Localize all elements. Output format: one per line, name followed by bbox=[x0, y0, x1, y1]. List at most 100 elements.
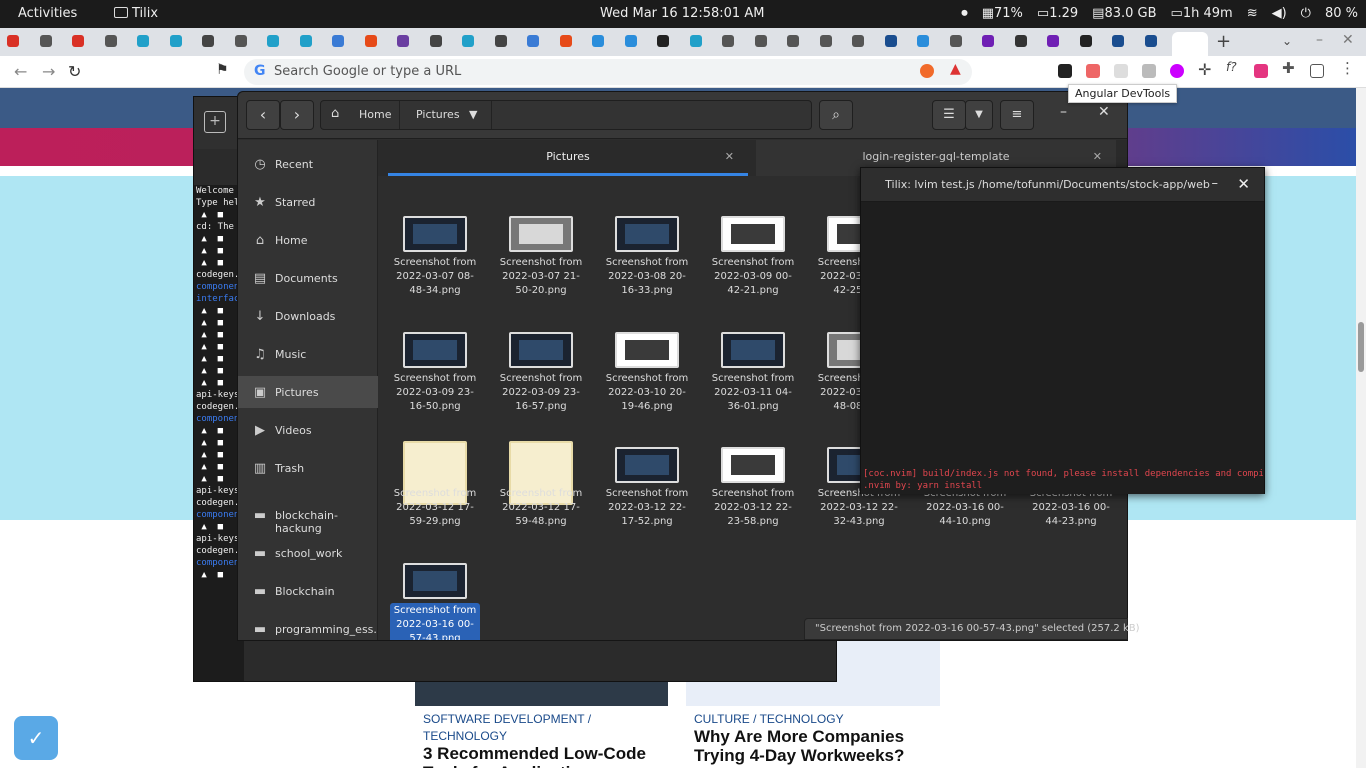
extension-icon[interactable] bbox=[1254, 64, 1268, 78]
active-tab[interactable] bbox=[1172, 32, 1208, 56]
file-item[interactable]: Screenshot from 2022-03-11 04- 36-01.png bbox=[708, 292, 798, 412]
tab-favicon-icon[interactable] bbox=[592, 35, 604, 47]
tab-favicon-icon[interactable] bbox=[299, 35, 312, 47]
tab-favicon-icon[interactable] bbox=[202, 35, 214, 47]
tab-favicon-icon[interactable] bbox=[884, 35, 897, 47]
file-item[interactable]: Screenshot from 2022-03-10 20- 19-46.png bbox=[602, 292, 692, 412]
terminal-body[interactable]: [coc.nvim] build/index.js not found, ple… bbox=[861, 202, 1264, 494]
tab-pictures[interactable]: Pictures ✕ bbox=[388, 140, 748, 176]
path-home[interactable]: Home bbox=[359, 108, 391, 121]
tab-favicon-icon[interactable] bbox=[397, 35, 409, 47]
file-item[interactable]: Screenshot from 2022-03-09 00- 42-21.png bbox=[708, 176, 798, 296]
close-icon[interactable]: ✕ bbox=[1098, 104, 1110, 120]
tab-favicon-icon[interactable] bbox=[527, 35, 539, 47]
tab-favicon-icon[interactable] bbox=[104, 35, 117, 47]
tab-favicon-icon[interactable] bbox=[624, 35, 637, 47]
shield-icon[interactable]: ✓ bbox=[14, 716, 58, 760]
color-picker-icon[interactable] bbox=[1170, 64, 1184, 78]
file-item[interactable]: Screenshot from 2022-03-12 22- 23-58.png bbox=[708, 407, 798, 527]
article-category[interactable]: CULTURE / TECHNOLOGY bbox=[694, 711, 924, 728]
tab-favicon-icon[interactable] bbox=[819, 35, 832, 47]
sidepanel-icon[interactable] bbox=[1310, 64, 1324, 78]
minimize-icon[interactable]: – bbox=[1212, 176, 1219, 191]
tab-favicon-icon[interactable] bbox=[72, 35, 84, 47]
tab-favicon-icon[interactable] bbox=[982, 35, 994, 47]
file-item[interactable]: Screenshot from 2022-03-12 17- 59-29.png bbox=[390, 407, 480, 527]
tab-favicon-icon[interactable] bbox=[137, 35, 149, 47]
file-item[interactable]: Screenshot from 2022-03-12 17- 59-48.png bbox=[496, 407, 586, 527]
address-bar[interactable]: G Search Google or type a URL bbox=[244, 59, 972, 85]
tab-favicon-icon[interactable] bbox=[332, 35, 344, 47]
menu-icon[interactable]: ⋮ bbox=[1340, 59, 1355, 77]
path-bar[interactable]: ⌂ Home Pictures ▼ bbox=[320, 100, 812, 130]
puzzle-icon[interactable]: ✚ bbox=[1282, 59, 1296, 77]
sidebar-item-downloads[interactable]: ↓ Downloads bbox=[238, 300, 378, 332]
extension-icon[interactable] bbox=[1086, 64, 1100, 78]
extension-icon[interactable] bbox=[1114, 64, 1128, 78]
add-session-icon[interactable]: + bbox=[204, 111, 226, 133]
tab-favicon-icon[interactable] bbox=[364, 35, 377, 47]
tab-favicon-icon[interactable] bbox=[949, 35, 962, 47]
close-icon[interactable]: ✕ bbox=[1342, 32, 1354, 48]
angular-devtools-icon[interactable] bbox=[1058, 64, 1072, 78]
tab-favicon-icon[interactable] bbox=[7, 35, 19, 47]
sidebar-item-trash[interactable]: ▥ Trash bbox=[238, 452, 378, 484]
sidebar-item-blockchain-hackung[interactable]: ▬ blockchain-hackung bbox=[238, 499, 378, 535]
menu-icon[interactable]: ≡ bbox=[1000, 100, 1034, 130]
sidebar-item-recent[interactable]: ◷ Recent bbox=[238, 148, 378, 180]
function-icon[interactable]: f? bbox=[1226, 60, 1240, 74]
tab-favicon-icon[interactable] bbox=[494, 35, 507, 47]
forward-arrow-icon[interactable]: → bbox=[42, 62, 55, 81]
back-button[interactable]: ‹ bbox=[246, 100, 280, 130]
tab-favicon-icon[interactable] bbox=[1014, 35, 1027, 47]
triangle-icon[interactable]: ▲ bbox=[950, 61, 964, 77]
tab-favicon-icon[interactable] bbox=[234, 35, 247, 47]
minimize-icon[interactable]: – bbox=[1060, 104, 1067, 120]
close-icon[interactable]: ✕ bbox=[1237, 175, 1250, 193]
clock[interactable]: Wed Mar 16 12:58:01 AM bbox=[600, 6, 764, 21]
sidebar-item-music[interactable]: ♫ Music bbox=[238, 338, 378, 370]
scroll-thumb[interactable] bbox=[1358, 322, 1364, 372]
tab-favicon-icon[interactable] bbox=[754, 35, 767, 47]
file-item[interactable]: Screenshot from 2022-03-07 21- 50-20.png bbox=[496, 176, 586, 296]
sidebar-item-home[interactable]: ⌂ Home bbox=[238, 224, 378, 256]
view-options-chevron-icon[interactable]: ▼ bbox=[965, 100, 993, 130]
sidebar-item-programming-ess[interactable]: ▬ programming_ess... bbox=[238, 613, 384, 645]
file-item[interactable]: Screenshot from 2022-03-12 22- 17-52.png bbox=[602, 407, 692, 527]
tab-favicon-icon[interactable] bbox=[1144, 35, 1157, 47]
chevron-down-icon[interactable]: ▼ bbox=[469, 108, 477, 121]
tab-favicon-icon[interactable] bbox=[1047, 35, 1059, 47]
new-tab-button[interactable]: + bbox=[1216, 31, 1231, 52]
sidebar-item-starred[interactable]: ★ Starred bbox=[238, 186, 378, 218]
tab-favicon-icon[interactable] bbox=[787, 35, 799, 47]
page-scrollbar[interactable] bbox=[1356, 88, 1366, 768]
minimize-icon[interactable]: – bbox=[1316, 32, 1323, 48]
app-menu[interactable]: Tilix bbox=[114, 6, 158, 21]
tab-favicon-icon[interactable] bbox=[852, 35, 864, 47]
article-category[interactable]: SOFTWARE DEVELOPMENT / TECHNOLOGY bbox=[423, 711, 653, 745]
tab-favicon-icon[interactable] bbox=[1112, 35, 1124, 47]
close-icon[interactable]: ✕ bbox=[725, 140, 734, 174]
tab-favicon-icon[interactable] bbox=[559, 35, 572, 47]
extension-icon[interactable] bbox=[1142, 64, 1156, 78]
path-pictures[interactable]: Pictures bbox=[416, 108, 460, 121]
activities-button[interactable]: Activities bbox=[18, 6, 77, 21]
article-title[interactable]: 3 Recommended Low-Code Tools for Applica… bbox=[423, 744, 663, 768]
move-icon[interactable]: ✛ bbox=[1198, 60, 1212, 79]
tab-favicon-icon[interactable] bbox=[429, 35, 442, 47]
sidebar-item-documents[interactable]: ▤ Documents bbox=[238, 262, 378, 294]
back-arrow-icon[interactable]: ← bbox=[14, 62, 27, 81]
sidebar-item-school-work[interactable]: ▬ school_work bbox=[238, 537, 378, 569]
tilix-terminal-window[interactable]: Tilix: lvim test.js /home/tofunmi/Docume… bbox=[860, 167, 1265, 494]
tab-favicon-icon[interactable] bbox=[722, 35, 734, 47]
search-icon[interactable]: ⌕ bbox=[819, 100, 853, 130]
file-item[interactable]: Screenshot from 2022-03-16 00- 57-43.png bbox=[390, 523, 480, 640]
bookmark-icon[interactable]: ⚑ bbox=[216, 62, 229, 78]
file-item[interactable]: Screenshot from 2022-03-09 23- 16-50.png bbox=[390, 292, 480, 412]
system-indicators[interactable]: ⏺ ▦71% ▭1.29 ▤83.0 GB ▭1h 49m ≋ ◀) ⏻ 80 … bbox=[961, 6, 1358, 21]
file-item[interactable]: Screenshot from 2022-03-09 23- 16-57.png bbox=[496, 292, 586, 412]
file-item[interactable]: Screenshot from 2022-03-07 08- 48-34.png bbox=[390, 176, 480, 296]
forward-button[interactable]: › bbox=[280, 100, 314, 130]
tab-favicon-icon[interactable] bbox=[657, 35, 669, 47]
article-title[interactable]: Why Are More Companies Trying 4-Day Work… bbox=[694, 727, 934, 768]
